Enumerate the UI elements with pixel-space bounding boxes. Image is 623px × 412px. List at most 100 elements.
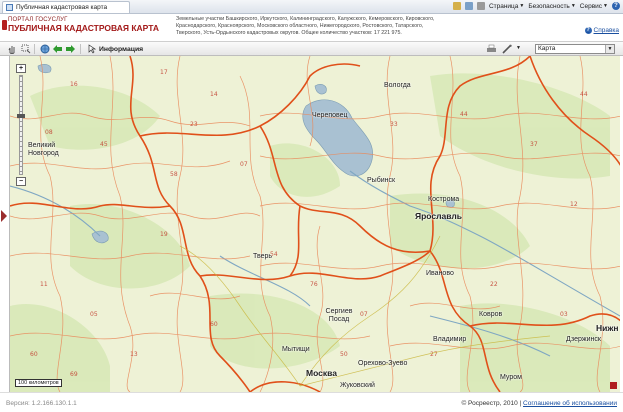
forward-arrow-icon[interactable] xyxy=(65,44,76,54)
cursor-icon xyxy=(88,44,96,54)
menu-page[interactable]: Страница ▼ xyxy=(489,3,524,10)
measure-tool-icon[interactable] xyxy=(502,44,513,54)
portal-logo[interactable]: ПОРТАЛ ГОСУСЛУГ ПУБЛИЧНАЯ КАДАСТРОВАЯ КА… xyxy=(2,17,160,33)
portal-header: ПОРТАЛ ГОСУСЛУГ ПУБЛИЧНАЯ КАДАСТРОВАЯ КА… xyxy=(0,14,623,41)
browser-bar: Публичная кадастровая карта Страница ▼ Бе… xyxy=(0,0,623,14)
zoom-slider[interactable] xyxy=(17,75,25,175)
svg-text:05: 05 xyxy=(90,311,98,318)
browser-tab[interactable]: Публичная кадастровая карта xyxy=(2,1,130,13)
svg-text:58: 58 xyxy=(170,171,178,178)
city-label: Рыбинск xyxy=(367,177,396,184)
svg-text:44: 44 xyxy=(460,111,468,118)
svg-text:11: 11 xyxy=(40,281,48,288)
svg-text:03: 03 xyxy=(560,311,568,318)
svg-text:12: 12 xyxy=(570,201,578,208)
copyright-text: © Росреестр, 2010 | Соглашение об исполь… xyxy=(461,400,617,407)
svg-text:60: 60 xyxy=(30,351,38,358)
zoom-out-button[interactable]: − xyxy=(16,177,26,186)
svg-text:45: 45 xyxy=(100,141,108,148)
svg-text:22: 22 xyxy=(490,281,498,288)
city-label: Вологда xyxy=(384,82,411,89)
info-tool-button[interactable]: Информация xyxy=(88,44,143,54)
zoom-box-icon[interactable] xyxy=(20,44,31,54)
version-text: Версия: 1.2.166.130.1.1 xyxy=(6,400,77,407)
info-label: Информация xyxy=(99,45,144,53)
collapse-panel-icon[interactable] xyxy=(1,210,7,222)
chevron-down-icon: ▼ xyxy=(519,3,525,9)
map-corner-marker[interactable] xyxy=(610,382,617,389)
city-label: Муром xyxy=(500,374,522,381)
cadastral-map[interactable]: 16 17 14 08 45 23 07 54 19 11 05 13 60 76 07 44 37 1… xyxy=(9,56,620,392)
chevron-down-icon: ▼ xyxy=(605,45,614,53)
city-label: Орехово-Зуево xyxy=(358,360,408,367)
chevron-down-icon[interactable]: ▼ xyxy=(516,45,521,51)
map-canvas: 161714 084523 075419 110513 607607 44371… xyxy=(10,56,620,392)
home-icon[interactable] xyxy=(452,2,461,10)
emblem-icon xyxy=(2,20,7,30)
svg-text:76: 76 xyxy=(310,281,318,288)
svg-text:23: 23 xyxy=(190,121,198,128)
svg-text:07: 07 xyxy=(240,161,248,168)
city-label: Кострома xyxy=(428,196,460,203)
menu-tools[interactable]: Сервис ▼ xyxy=(580,3,608,10)
map-layer-select[interactable]: Карта ▼ xyxy=(535,44,615,54)
help-icon[interactable]: ? xyxy=(612,2,620,10)
city-label: Ярославль xyxy=(415,211,462,221)
chevron-down-icon: ▼ xyxy=(570,3,576,9)
map-scale: 100 километров xyxy=(15,379,62,387)
svg-text:17: 17 xyxy=(160,69,168,76)
favicon-icon xyxy=(6,4,13,11)
page-footer: Версия: 1.2.166.130.1.1 © Росреестр, 201… xyxy=(0,392,623,412)
svg-text:33: 33 xyxy=(390,121,398,128)
zoom-control: + − xyxy=(16,64,26,188)
svg-text:07: 07 xyxy=(360,311,368,318)
zoom-slider-knob[interactable] xyxy=(17,114,25,118)
menu-page-label: Страница xyxy=(488,2,519,10)
help-link[interactable]: ? Справка xyxy=(584,27,620,34)
svg-text:08: 08 xyxy=(45,129,53,136)
toolbar-divider xyxy=(34,44,35,54)
menu-tools-label: Сервис xyxy=(579,2,603,10)
map-layer-value: Карта xyxy=(538,45,556,52)
city-label: Дзержинск xyxy=(566,336,601,343)
city-label: Владимир xyxy=(433,336,467,343)
svg-text:37: 37 xyxy=(530,141,538,148)
city-label: Тверь xyxy=(253,253,273,260)
svg-text:16: 16 xyxy=(70,81,78,88)
back-arrow-icon[interactable] xyxy=(52,44,63,54)
zoom-in-button[interactable]: + xyxy=(16,64,26,73)
chevron-down-icon: ▼ xyxy=(603,3,608,9)
city-label: Ковров xyxy=(479,311,503,318)
city-label: Иваново xyxy=(426,270,454,277)
city-label: Великий Новгород xyxy=(28,142,59,157)
svg-text:69: 69 xyxy=(70,371,78,378)
svg-text:50: 50 xyxy=(340,351,348,358)
browser-tools: Страница ▼ Безопасность ▼ Сервис ▼ ? xyxy=(452,2,620,10)
toolbar-divider xyxy=(80,44,81,54)
globe-icon[interactable] xyxy=(39,44,50,54)
city-label: Нижн xyxy=(596,323,619,333)
help-icon: ? xyxy=(584,27,592,34)
tab-title: Публичная кадастровая карта xyxy=(16,4,108,11)
city-label: Жуковский xyxy=(340,382,375,389)
city-label: Сергиев Посад xyxy=(325,308,353,323)
city-label: Череповец xyxy=(312,112,348,119)
terms-link[interactable]: Соглашение об использовании xyxy=(523,400,617,407)
svg-text:60: 60 xyxy=(210,321,218,328)
city-label: Москва xyxy=(306,368,337,378)
map-toolbar: Информация ▼ Карта ▼ xyxy=(0,41,623,56)
copyright-label: © Росреестр, 2010 | xyxy=(461,400,522,407)
regions-info: Земельные участки Башкирского, Иркутског… xyxy=(176,16,435,36)
pan-hand-icon[interactable] xyxy=(6,44,17,54)
menu-security[interactable]: Безопасность ▼ xyxy=(528,3,575,10)
svg-text:13: 13 xyxy=(130,351,138,358)
svg-text:19: 19 xyxy=(160,231,168,238)
svg-text:14: 14 xyxy=(210,91,218,98)
logo-title: ПУБЛИЧНАЯ КАДАСТРОВАЯ КАРТА xyxy=(8,23,160,33)
svg-text:44: 44 xyxy=(580,91,588,98)
feeds-icon[interactable] xyxy=(464,2,473,10)
city-label: Мытищи xyxy=(282,346,310,353)
help-label: Справка xyxy=(593,27,620,34)
print-map-icon[interactable] xyxy=(486,44,497,54)
print-icon[interactable] xyxy=(476,2,485,10)
